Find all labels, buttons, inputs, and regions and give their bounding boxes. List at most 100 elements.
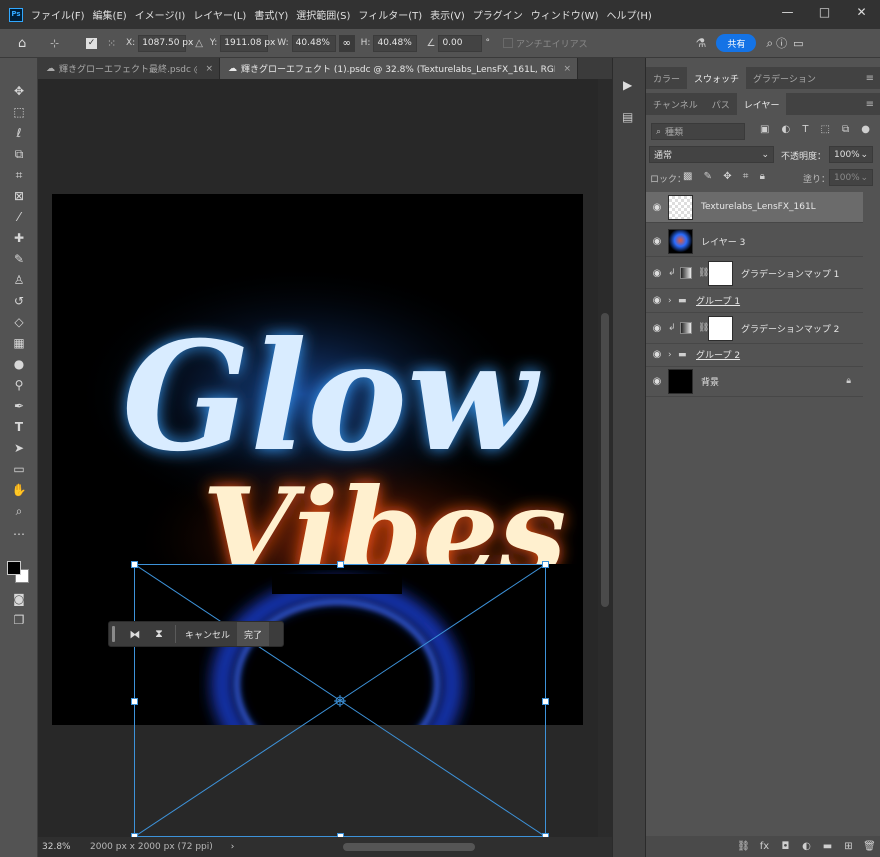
pen-tool-icon[interactable]: ✒ <box>9 397 29 415</box>
transform-handle-tr[interactable] <box>542 561 549 568</box>
horizontal-scroll-thumb[interactable] <box>343 843 475 851</box>
blur-tool-icon[interactable]: ● <box>9 355 29 373</box>
layer-row[interactable]: ◉ › ▬ グループ 1 <box>646 289 863 313</box>
menu-type[interactable]: 書式(Y) <box>254 7 288 22</box>
brush-tool-icon[interactable]: ✎ <box>9 250 29 268</box>
status-arrow[interactable]: › <box>231 842 235 852</box>
transform-handle-ml[interactable] <box>131 698 138 705</box>
lock-move-icon[interactable]: ✥ <box>723 171 731 182</box>
done-button[interactable]: 完了 <box>237 622 270 646</box>
document-info[interactable]: 2000 px x 2000 px (72 ppi) <box>90 842 213 852</box>
healing-brush-tool-icon[interactable]: ✚ <box>9 229 29 247</box>
eye-icon[interactable]: ◉ <box>646 202 668 213</box>
quick-mask-icon[interactable]: ◙ <box>9 590 29 608</box>
delta-icon[interactable]: △ <box>195 38 203 49</box>
menu-window[interactable]: ウィンドウ(W) <box>531 7 599 22</box>
menu-edit[interactable]: 編集(E) <box>93 7 127 22</box>
antialias-checkbox[interactable] <box>502 38 513 48</box>
workspace-icon[interactable]: ▭ <box>793 37 803 50</box>
tab-close-icon[interactable]: × <box>563 64 571 74</box>
fill-field[interactable]: 100% ⌄ <box>829 169 873 186</box>
chevron-right-icon[interactable]: › <box>668 350 678 360</box>
move-tool-icon[interactable]: ✥ <box>9 82 29 100</box>
h-field[interactable]: 40.48% <box>373 34 418 52</box>
cancel-button[interactable]: キャンセル <box>180 628 235 641</box>
lock-paint-icon[interactable]: ✎ <box>704 171 712 182</box>
fx-icon[interactable]: fx <box>754 841 775 852</box>
screen-mode-icon[interactable]: ❐ <box>9 611 29 629</box>
flip-horizontal-icon[interactable]: ⧓ <box>123 628 147 641</box>
eye-icon[interactable]: ◉ <box>646 349 668 360</box>
doc-tab-1[interactable]: ☁ 輝きグローエフェクト最終.psdc @... × <box>38 58 220 79</box>
angle-field[interactable]: 0.00 <box>438 34 483 52</box>
menu-plugins[interactable]: プラグイン <box>473 7 523 22</box>
menu-filter[interactable]: フィルター(T) <box>358 7 422 22</box>
tab-close-icon[interactable]: × <box>205 64 213 74</box>
home-icon[interactable]: ⌂ <box>18 36 38 51</box>
close-button[interactable]: ✕ <box>843 0 880 24</box>
flip-vertical-icon[interactable]: ⧗ <box>147 627 171 641</box>
tab-color[interactable]: カラー <box>646 67 687 89</box>
x-field[interactable]: 1087.50 px <box>138 34 193 52</box>
link-icon[interactable]: ∞ <box>338 34 355 52</box>
blend-mode-select[interactable]: 通常 ⌄ <box>649 146 774 163</box>
reference-point-icon[interactable]: ⁙ <box>107 37 123 50</box>
transform-handle-tm[interactable] <box>337 561 344 568</box>
share-button[interactable]: 共有 <box>716 34 757 52</box>
eye-icon[interactable]: ◉ <box>646 268 668 279</box>
transform-handle-tl[interactable] <box>131 561 138 568</box>
layer-row[interactable]: ◉ Texturelabs_LensFX_161L <box>646 192 863 223</box>
frame-tool-icon[interactable]: ⊠ <box>9 187 29 205</box>
lasso-tool-icon[interactable]: ℓ <box>9 124 29 142</box>
new-group-icon[interactable]: ▬ <box>817 841 838 852</box>
layer-row[interactable]: ◉ ↲ ⛓ グラデーションマップ 1 <box>646 258 863 289</box>
transform-toggle-icon[interactable]: ⊹ <box>50 37 68 50</box>
stamp-tool-icon[interactable]: ♙ <box>9 271 29 289</box>
transform-bounding-box[interactable] <box>131 561 549 840</box>
w-field[interactable]: 40.48% <box>291 34 336 52</box>
shape-tool-icon[interactable]: ▭ <box>9 460 29 478</box>
minimize-button[interactable]: — <box>769 0 806 24</box>
tab-channels[interactable]: チャンネル <box>646 93 705 115</box>
y-field[interactable]: 1911.08 px <box>220 34 275 52</box>
eye-icon[interactable]: ◉ <box>646 295 668 306</box>
chevron-right-icon[interactable]: › <box>668 296 678 306</box>
vertical-scroll-thumb[interactable] <box>601 313 609 607</box>
layer-row[interactable]: ◉ › ▬ グループ 2 <box>646 343 863 367</box>
menu-view[interactable]: 表示(V) <box>430 7 465 22</box>
menu-file[interactable]: ファイル(F) <box>31 7 85 22</box>
lock-transparency-icon[interactable]: ▩ <box>683 171 692 182</box>
layer-row[interactable]: ◉ レイヤー 3 <box>646 226 863 257</box>
play-actions-icon[interactable]: ▶ <box>623 78 632 92</box>
history-brush-tool-icon[interactable]: ↺ <box>9 292 29 310</box>
zoom-level[interactable]: 32.8% <box>42 842 90 852</box>
eye-icon[interactable]: ◉ <box>646 236 668 247</box>
tab-layers[interactable]: レイヤー <box>736 93 787 115</box>
filter-pixel-icon[interactable]: ▣ <box>760 124 769 135</box>
type-tool-icon[interactable]: T <box>9 418 29 436</box>
doc-tab-2[interactable]: ☁ 輝きグローエフェクト (1).psdc @ 32.8% (Texturela… <box>220 58 578 79</box>
adjustment-layer-icon[interactable]: ◐ <box>796 841 817 852</box>
gradient-tool-icon[interactable]: ▦ <box>9 334 29 352</box>
more-tools-icon[interactable]: ⋯ <box>9 525 29 543</box>
object-select-tool-icon[interactable]: ⧉ <box>9 145 29 163</box>
filter-type-icon[interactable]: T <box>802 124 808 135</box>
libraries-icon[interactable]: ▤ <box>622 110 633 124</box>
menu-select[interactable]: 選択範囲(S) <box>296 7 350 22</box>
add-mask-icon[interactable]: ◘ <box>775 841 796 852</box>
link-layers-icon[interactable]: ⛓ <box>733 841 754 852</box>
filter-smart-object-icon[interactable]: ⧉ <box>842 124 849 135</box>
foreground-color-swatch[interactable] <box>7 561 21 575</box>
panel-menu-icon[interactable]: ≡ <box>866 73 874 84</box>
opacity-field[interactable]: 100% ⌄ <box>829 146 873 163</box>
marquee-tool-icon[interactable]: ⬚ <box>9 103 29 121</box>
search-icon[interactable]: ⌕ <box>766 36 773 51</box>
flask-icon[interactable]: ⚗ <box>696 36 707 50</box>
filter-toggle-icon[interactable]: ● <box>861 124 870 135</box>
tab-gradients[interactable]: グラデーション <box>746 67 823 89</box>
menu-image[interactable]: イメージ(I) <box>135 7 186 22</box>
tab-swatches[interactable]: スウォッチ <box>687 67 747 89</box>
eye-icon[interactable]: ◉ <box>646 376 668 387</box>
reference-checkbox[interactable]: ✓ <box>86 37 97 49</box>
crop-tool-icon[interactable]: ⌗ <box>9 166 29 184</box>
